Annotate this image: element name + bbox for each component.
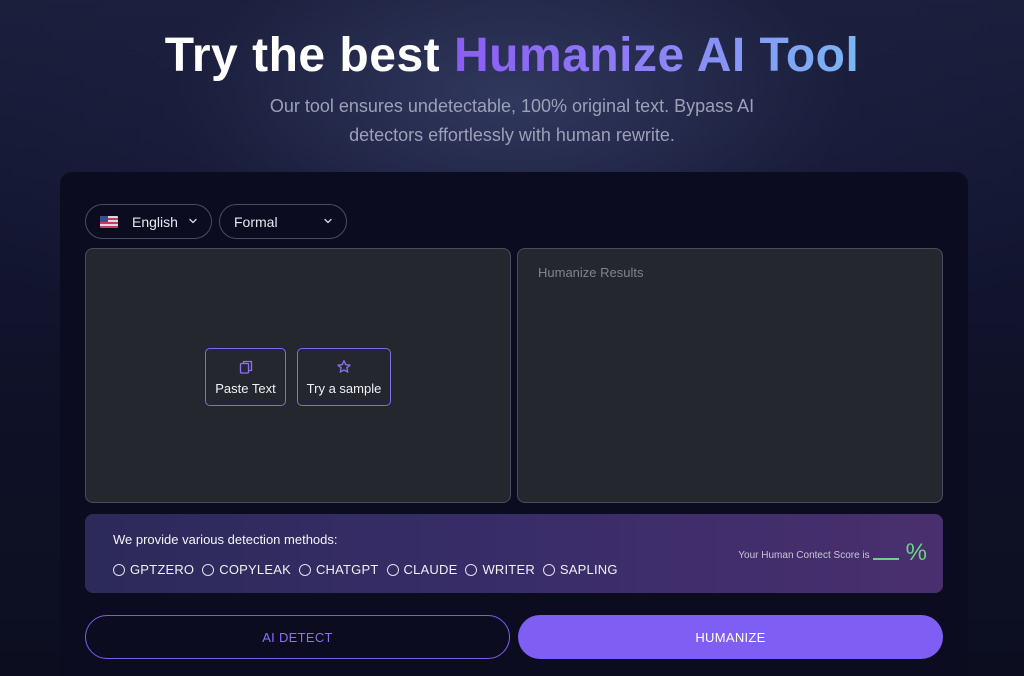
human-score-label: Your Human Contect Score is [738, 550, 870, 561]
radio-icon [202, 563, 215, 576]
method-label: WRITER [482, 562, 535, 577]
hero-title: Try the best Humanize AI Tool [0, 28, 1024, 84]
language-select[interactable]: English [85, 204, 212, 239]
human-score-unit: % [905, 539, 927, 566]
radio-icon [386, 563, 399, 576]
humanize-button[interactable]: HUMANIZE [518, 615, 943, 659]
hero-subtitle: Our tool ensures undetectable, 100% orig… [269, 96, 755, 145]
radio-icon [465, 563, 478, 576]
radio-icon [298, 563, 311, 576]
us-flag-icon [100, 215, 118, 228]
ai-detect-button[interactable]: AI DETECT [85, 615, 510, 659]
method-label: GPTZERO [130, 562, 195, 577]
copy-icon [239, 360, 252, 374]
radio-icon [542, 563, 555, 576]
detection-methods-title: We provide various detection methods: [113, 532, 338, 547]
tone-select[interactable]: Formal [219, 204, 347, 239]
method-copyleak-radio[interactable]: COPYLEAK [202, 562, 291, 577]
chevron-down-icon [189, 218, 197, 224]
hero-title-highlight: Humanize AI Tool [453, 29, 860, 82]
method-chatgpt-radio[interactable]: CHATGPT [298, 562, 379, 577]
method-label: CLAUDE [403, 562, 458, 577]
detection-methods-panel: We provide various detection methods: GP… [85, 514, 943, 593]
method-sapling-radio[interactable]: SAPLING [542, 562, 618, 577]
tone-select-value: Formal [234, 213, 278, 230]
language-select-value: English [132, 213, 178, 230]
method-gptzero-radio[interactable]: GPTZERO [113, 562, 194, 577]
method-claude-radio[interactable]: CLAUDE [386, 562, 458, 577]
method-writer-radio[interactable]: WRITER [465, 562, 535, 577]
input-text-area[interactable]: Paste Text Try a sample [85, 248, 511, 503]
hero-title-prefix: Try the best [164, 29, 454, 82]
chevron-down-icon [324, 218, 332, 224]
radio-icon [113, 563, 125, 576]
try-sample-label: Try a sample [306, 380, 382, 396]
human-score: Your Human Contect Score is % [738, 540, 927, 566]
detection-methods-list: GPTZERO COPYLEAK CHATGPT CLAUDE WRITER S… [113, 562, 626, 577]
results-placeholder: Humanize Results [538, 265, 644, 280]
results-text-area[interactable]: Humanize Results [517, 248, 943, 503]
paste-text-button[interactable]: Paste Text [205, 348, 286, 406]
star-icon [337, 359, 351, 373]
method-label: SAPLING [559, 562, 618, 577]
method-label: CHATGPT [315, 562, 379, 577]
paste-text-label: Paste Text [215, 380, 276, 396]
human-score-blank [872, 558, 899, 560]
method-label: COPYLEAK [219, 562, 291, 577]
try-sample-button[interactable]: Try a sample [297, 348, 391, 406]
